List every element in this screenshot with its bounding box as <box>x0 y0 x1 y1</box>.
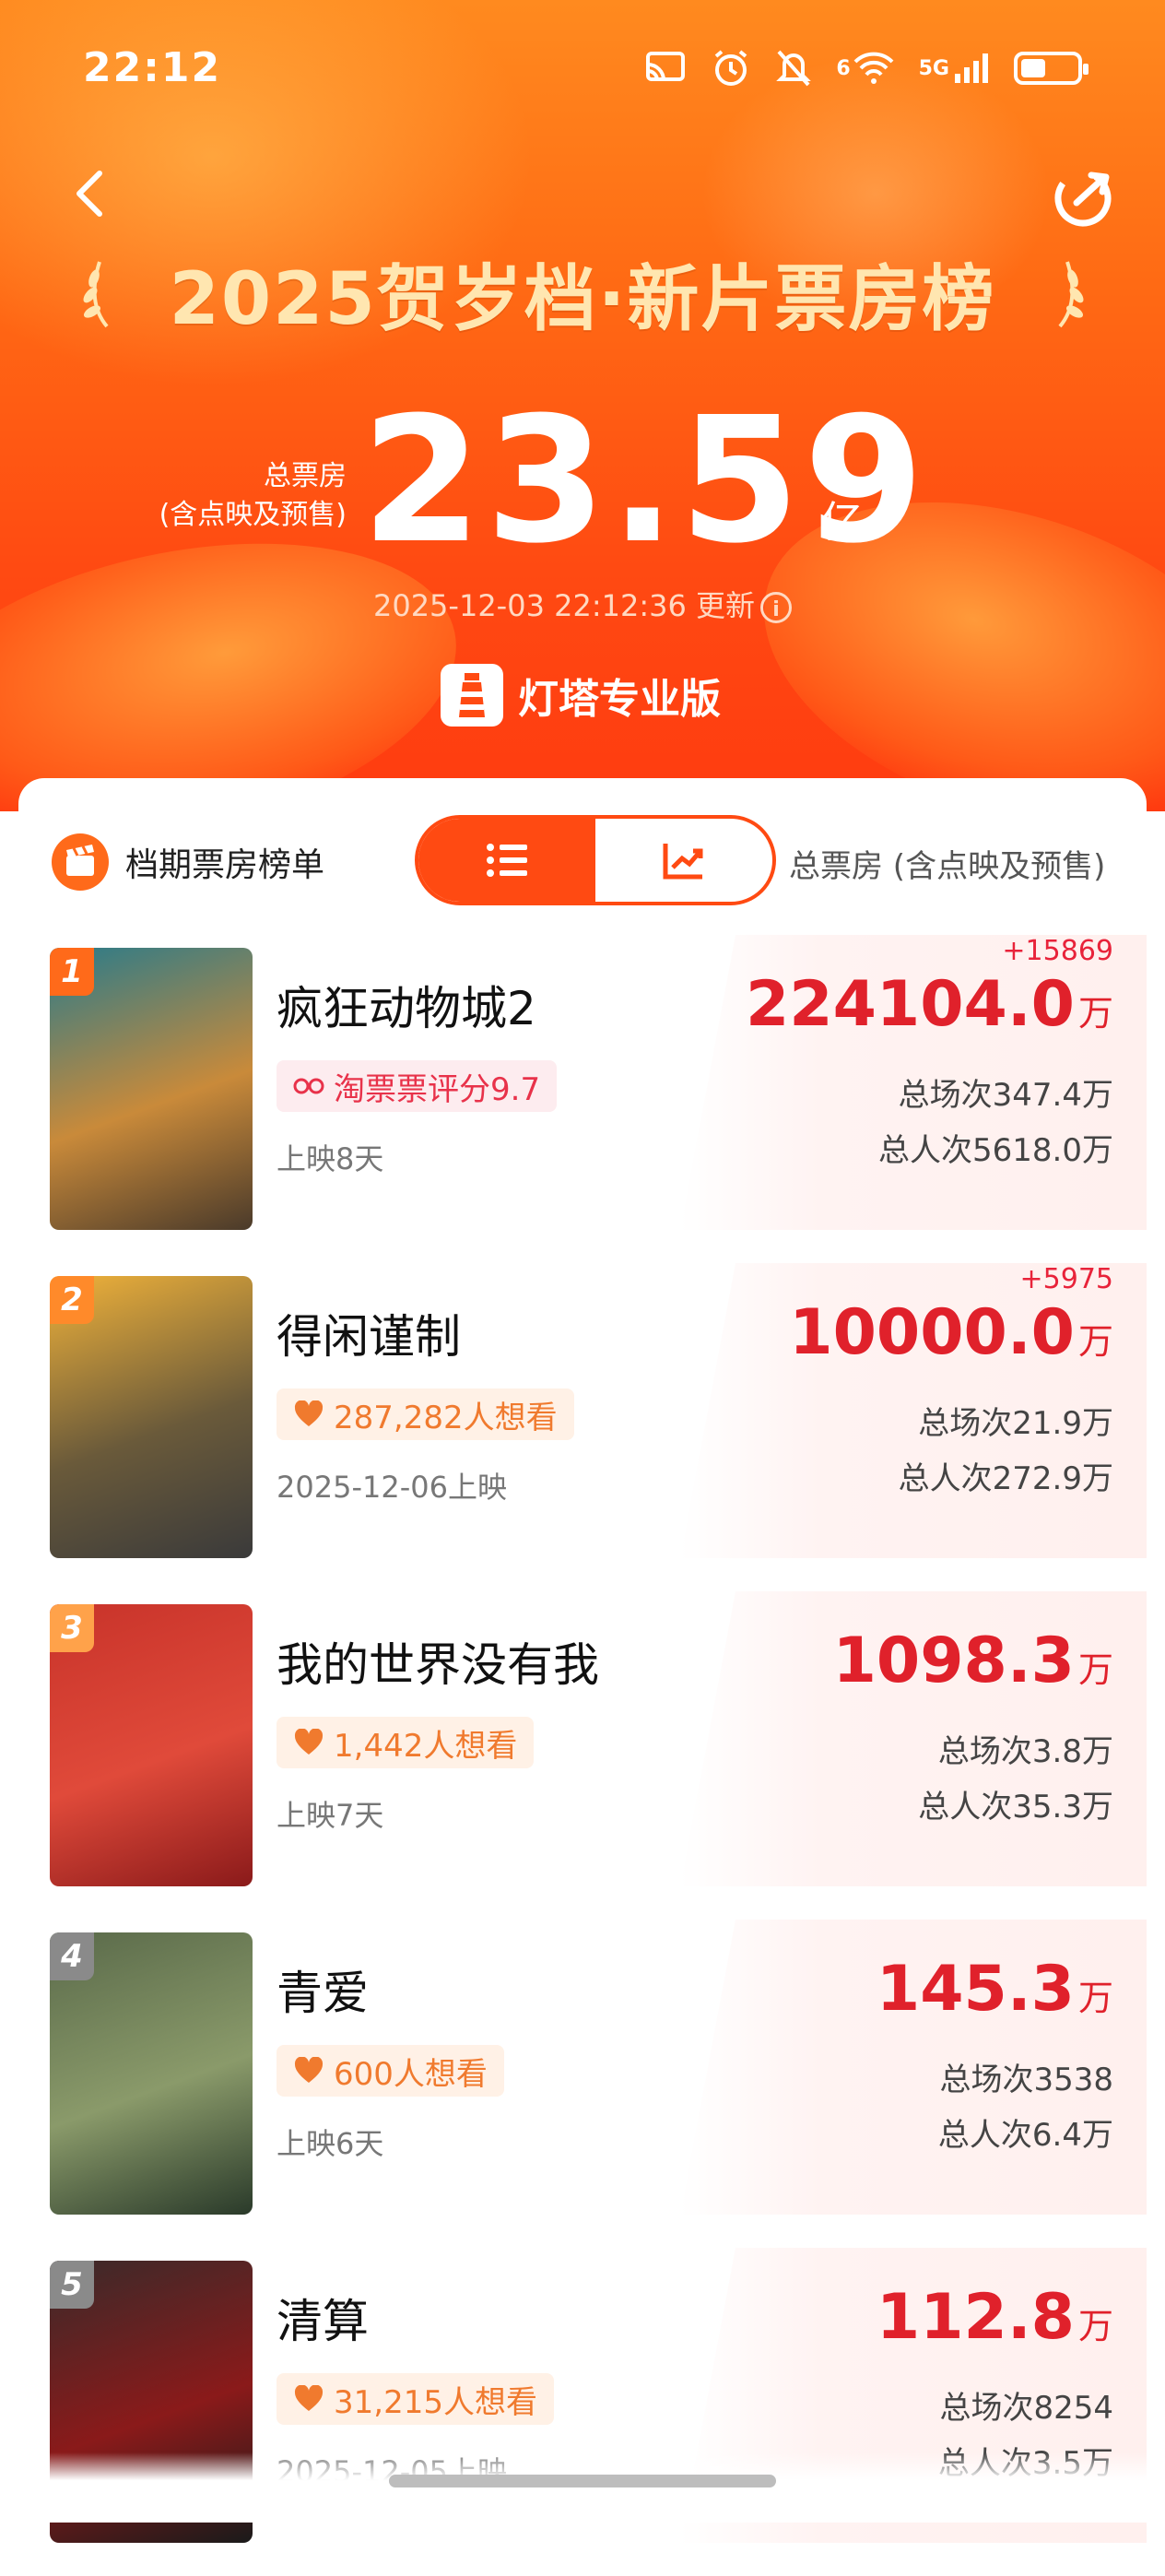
total-unit: 亿 <box>820 497 863 547</box>
release-info: 2025-12-06上映 <box>277 1470 507 1505</box>
movie-row[interactable]: 5清算31,215人想看2025-12-05上映112.8万总场次8254总人次… <box>18 2248 1147 2576</box>
taopiaopiao-icon <box>293 1078 324 1094</box>
movie-poster[interactable]: 3 <box>50 1604 253 1886</box>
ranking-card: 档期票房榜单 总票房 (含点映及预售) 1 疯狂动物城2 淘票票评分9.7 上映8天 +… <box>18 778 1147 2543</box>
release-info: 上映6天 <box>277 2126 384 2161</box>
total-sessions: 总场次21.9万 <box>918 1405 1113 1442</box>
lighthouse-logo-icon <box>441 664 503 727</box>
realtime-increase: +5975 <box>1019 1263 1113 1295</box>
cellular-icon: 5G <box>919 48 990 89</box>
rank-badge: 3 <box>50 1604 94 1652</box>
movie-title[interactable]: 清算 <box>277 2285 369 2351</box>
gross-value: 224104.0 万 <box>745 968 1113 1041</box>
movie-title[interactable]: 得闲谨制 <box>277 1300 461 1366</box>
total-sessions: 总场次8254 <box>939 2390 1113 2427</box>
release-info: 上映7天 <box>277 1798 384 1833</box>
total-viewers: 总人次5618.0万 <box>878 1132 1113 1169</box>
movie-row[interactable]: 3 我的世界没有我 1,442人想看上映7天 1098.3 万总场次3.8万总人次35.… <box>18 1591 1147 1920</box>
status-time: 22:12 <box>83 44 222 91</box>
release-info: 上映8天 <box>277 1141 384 1176</box>
section-title: 档期票房榜单 <box>125 846 325 884</box>
movie-poster[interactable]: 4 <box>50 1932 253 2215</box>
share-button[interactable] <box>1051 166 1115 230</box>
total-sessions: 总场次347.4万 <box>898 1077 1113 1114</box>
movie-title[interactable]: 青爱 <box>277 1956 369 2023</box>
brand-name: 灯塔专业版 <box>518 676 721 723</box>
cast-icon <box>644 48 687 89</box>
heart-icon <box>294 2385 324 2411</box>
list-icon <box>487 844 527 877</box>
film-clapper-icon <box>52 833 109 891</box>
want-to-see-tag: 31,215人想看 <box>277 2373 554 2425</box>
total-sessions: 总场次3538 <box>939 2062 1113 2098</box>
total-viewers: 总人次272.9万 <box>898 1460 1113 1497</box>
want-to-see-tag: 287,282人想看 <box>277 1388 574 1440</box>
list-view-button[interactable] <box>418 819 595 902</box>
gross-value: 145.3 万 <box>876 1953 1113 2026</box>
rank-badge: 4 <box>50 1932 94 1980</box>
heart-icon <box>294 1400 324 1426</box>
gross-value: 10000.0 万 <box>789 1296 1113 1369</box>
update-time: 2025-12-03 22:12:36 更新 i <box>0 583 1165 625</box>
movie-title[interactable]: 疯狂动物城2 <box>277 972 536 1038</box>
total-sessions: 总场次3.8万 <box>937 1733 1113 1770</box>
column-caption: 总票房 (含点映及预售) <box>789 848 1106 885</box>
brand-badge: 灯塔专业版 <box>441 664 721 727</box>
total-viewers: 总人次6.4万 <box>937 2117 1113 2154</box>
total-label: 总票房 (含点映及预售) <box>159 460 347 531</box>
rank-badge: 5 <box>50 2261 94 2309</box>
trend-chart-icon <box>663 844 703 880</box>
total-viewers: 总人次35.3万 <box>918 1789 1113 1826</box>
movie-row[interactable]: 1 疯狂动物城2 淘票票评分9.7 上映8天 +15869 224104.0 万总场次347… <box>18 935 1147 1263</box>
page-title: 2025贺岁档·新片票房榜 <box>169 258 996 341</box>
rank-badge: 2 <box>50 1276 94 1324</box>
wifi-icon: 6 <box>836 48 894 89</box>
mute-icon <box>775 48 812 89</box>
movie-poster[interactable]: 1 <box>50 948 253 1230</box>
ranking-list: 1 疯狂动物城2 淘票票评分9.7 上映8天 +15869 224104.0 万总场次347… <box>18 935 1147 2576</box>
battery-icon <box>1014 48 1089 89</box>
view-toggle[interactable] <box>415 815 776 905</box>
heart-icon <box>294 1729 324 1755</box>
total-box-office-value: 23.59 <box>361 380 928 582</box>
movie-title[interactable]: 我的世界没有我 <box>277 1628 599 1695</box>
back-button[interactable] <box>65 166 120 221</box>
want-to-see-tag: 600人想看 <box>277 2045 504 2097</box>
alarm-icon <box>711 48 751 89</box>
want-to-see-tag: 1,442人想看 <box>277 1717 535 1768</box>
rating-tag: 淘票票评分9.7 <box>277 1060 558 1112</box>
movie-row[interactable]: 4 青爱 600人想看上映6天 145.3 万总场次3538 总人次6.4万 <box>18 1920 1147 2248</box>
heart-icon <box>294 2057 324 2083</box>
gross-value: 112.8 万 <box>876 2281 1113 2354</box>
movie-row[interactable]: 2 得闲谨制 287,282人想看 2025-12-06上映 +5975 10000.0 万… <box>18 1263 1147 1591</box>
chart-view-button[interactable] <box>595 819 772 902</box>
info-icon[interactable]: i <box>760 592 793 623</box>
home-indicator[interactable] <box>389 2475 776 2487</box>
rank-badge: 1 <box>50 948 94 996</box>
movie-poster[interactable]: 2 <box>50 1276 253 1558</box>
status-bar: 22:12 6 5G <box>0 0 1165 138</box>
realtime-increase: +15869 <box>1002 935 1113 967</box>
gross-value: 1098.3 万 <box>832 1625 1113 1697</box>
